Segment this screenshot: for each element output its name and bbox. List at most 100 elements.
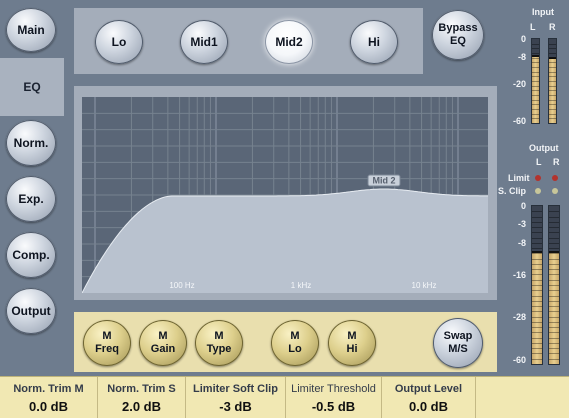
m-freq-button[interactable]: M Freq — [83, 320, 131, 366]
nav-comp-button[interactable]: Comp. — [6, 232, 56, 278]
meter-segment-line — [549, 327, 559, 329]
meter-segment-line — [549, 358, 559, 360]
freq-label-1khz: 1 kHz — [291, 281, 311, 290]
norm-trim-s-field[interactable]: Norm. Trim S 2.0 dB — [98, 377, 186, 418]
input-meter-title: Input — [532, 7, 554, 17]
input-scale-0: 0 — [520, 34, 526, 44]
meter-segment-line — [549, 57, 556, 59]
meter-segment-line — [532, 290, 542, 292]
output-meter-right — [548, 205, 560, 365]
mid2-marker[interactable]: Mid 2 — [367, 174, 401, 187]
band-mid2-button[interactable]: Mid2 — [265, 20, 313, 64]
meter-segment-line — [549, 62, 556, 64]
meter-segment-line — [549, 337, 559, 339]
meter-segment-line — [532, 48, 539, 50]
norm-trim-m-value: 0.0 dB — [28, 399, 68, 414]
meter-segment-line — [549, 316, 559, 318]
meter-segment-line — [549, 295, 559, 297]
meter-segment-line — [549, 85, 556, 87]
meter-segment-line — [549, 90, 556, 92]
meter-segment-line — [532, 258, 542, 260]
meter-segment-line — [532, 316, 542, 318]
band-hi-button[interactable]: Hi — [350, 20, 398, 64]
freq-label-100hz: 100 Hz — [169, 281, 194, 290]
limiter-threshold-value: -0.5 dB — [311, 399, 356, 414]
output-scale-3: -3 — [517, 219, 526, 229]
meter-segment-line — [549, 311, 559, 313]
band-lo-button[interactable]: Lo — [95, 20, 143, 64]
meter-segment-line — [549, 113, 556, 115]
meter-segment-line — [549, 118, 556, 120]
meter-segment-line — [532, 295, 542, 297]
meter-segment-line — [532, 76, 539, 78]
meter-segment-line — [532, 237, 542, 239]
meter-segment-line — [549, 274, 559, 276]
nav-eq-tab[interactable]: EQ — [0, 58, 64, 116]
bypass-eq-button[interactable]: Bypass EQ — [432, 10, 484, 60]
meter-segment-line — [549, 258, 559, 260]
meter-segment-line — [532, 337, 542, 339]
meter-segment-line — [549, 332, 559, 334]
meter-segment-line — [549, 221, 559, 223]
meter-segment-line — [549, 242, 559, 244]
nav-output-button[interactable]: Output — [6, 288, 56, 334]
meter-segment-line — [532, 53, 539, 54]
meter-segment-line — [532, 321, 542, 323]
band-mid1-button[interactable]: Mid1 — [180, 20, 228, 64]
norm-trim-s-value: 2.0 dB — [121, 399, 161, 414]
meter-segment-line — [532, 285, 542, 286]
meter-segment-line — [532, 306, 542, 308]
meter-segment-line — [532, 332, 542, 334]
limit-label: Limit — [508, 173, 530, 183]
eq-response-graph[interactable]: Mid 2 100 Hz 1 kHz 10 kHz — [82, 97, 488, 293]
output-meter-left — [531, 205, 543, 365]
status-bar: Norm. Trim M 0.0 dB Norm. Trim S 2.0 dB … — [0, 376, 569, 418]
nav-main-button[interactable]: Main — [6, 8, 56, 52]
meter-segment-line — [532, 227, 542, 229]
meter-segment-line — [532, 300, 542, 302]
m-lo-button[interactable]: M Lo — [271, 320, 319, 366]
nav-eq-label: EQ — [23, 80, 41, 94]
output-level-label: Output Level — [394, 383, 463, 395]
meter-segment-line — [549, 248, 559, 250]
meter-segment-line — [532, 211, 542, 213]
m-hi-button[interactable]: M Hi — [328, 320, 376, 366]
input-scale-20: -20 — [512, 79, 526, 89]
meter-segment-line — [549, 306, 559, 308]
meter-segment-line — [549, 342, 559, 344]
meter-segment-line — [549, 269, 559, 271]
input-scale-60: -60 — [512, 116, 526, 126]
output-channel-l: L — [536, 157, 542, 167]
meter-segment-line — [532, 99, 539, 101]
limiter-soft-clip-field[interactable]: Limiter Soft Clip -3 dB — [186, 377, 286, 418]
nav-norm-button[interactable]: Norm. — [6, 120, 56, 166]
m-type-button[interactable]: M Type — [195, 320, 243, 366]
limiter-soft-clip-value: -3 dB — [219, 399, 252, 414]
meter-segment-line — [532, 118, 539, 120]
meter-segment-line — [549, 263, 559, 265]
output-scale-16: -16 — [512, 270, 526, 280]
meter-segment-line — [532, 43, 539, 45]
meter-segment-line — [549, 43, 556, 45]
limit-led-left — [535, 175, 541, 181]
meter-segment-line — [532, 71, 539, 73]
soft-clip-led-right — [552, 188, 558, 194]
meter-segment-line — [532, 104, 539, 106]
swap-ms-button[interactable]: Swap M/S — [433, 318, 483, 368]
norm-trim-m-field[interactable]: Norm. Trim M 0.0 dB — [0, 377, 98, 418]
meter-segment-line — [532, 90, 539, 92]
meter-segment-line — [532, 348, 542, 350]
output-scale-0: 0 — [520, 201, 526, 211]
meter-segment-line — [532, 274, 542, 276]
meter-segment-line — [532, 279, 542, 281]
meter-segment-line — [532, 62, 539, 64]
meter-segment-line — [532, 85, 539, 87]
output-level-field[interactable]: Output Level 0.0 dB — [382, 377, 476, 418]
meter-segment-line — [532, 248, 542, 250]
m-gain-button[interactable]: M Gain — [139, 320, 187, 366]
nav-exp-button[interactable]: Exp. — [6, 176, 56, 222]
meter-segment-line — [549, 279, 559, 281]
limiter-threshold-field[interactable]: Limiter Threshold -0.5 dB — [286, 377, 382, 418]
meter-segment-line — [532, 95, 539, 96]
norm-trim-s-label: Norm. Trim S — [107, 383, 176, 395]
